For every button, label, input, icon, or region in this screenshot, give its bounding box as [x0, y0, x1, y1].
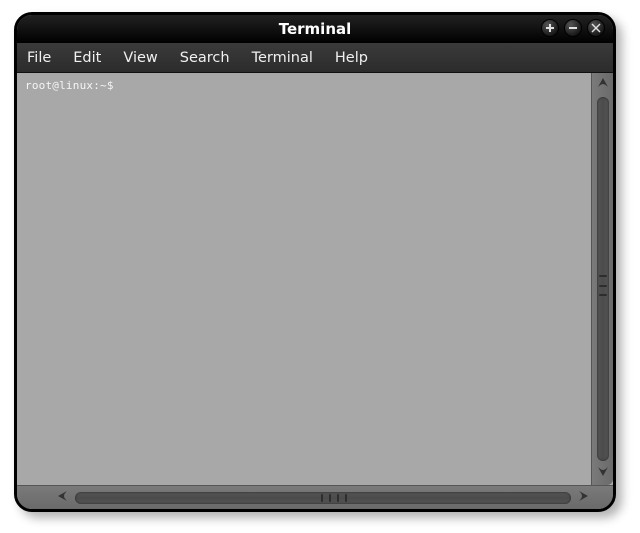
minimize-button[interactable] [564, 19, 582, 37]
shell-prompt: root@linux:~$ [25, 79, 114, 92]
menu-view[interactable]: View [123, 50, 157, 66]
menu-edit[interactable]: Edit [73, 50, 101, 66]
menu-help[interactable]: Help [335, 50, 368, 66]
window-title: Terminal [279, 20, 352, 38]
vertical-scroll-track[interactable] [597, 97, 609, 461]
window-controls [541, 19, 605, 37]
scroll-down-arrow-icon[interactable] [596, 465, 610, 481]
close-icon [591, 23, 601, 33]
scroll-left-arrow-icon[interactable] [57, 489, 69, 507]
terminal-window: Terminal File Edit View Search Terminal … [14, 12, 616, 512]
menubar: File Edit View Search Terminal Help [17, 43, 613, 73]
vertical-scroll-thumb[interactable] [599, 272, 607, 300]
horizontal-scroll-track[interactable] [75, 492, 571, 504]
content-area: root@linux:~$ [17, 73, 613, 485]
horizontal-scroll-thumb[interactable] [318, 494, 350, 502]
menu-search[interactable]: Search [180, 50, 230, 66]
horizontal-scrollbar[interactable] [17, 485, 613, 509]
menu-file[interactable]: File [27, 50, 51, 66]
scroll-up-arrow-icon[interactable] [596, 77, 610, 93]
add-button[interactable] [541, 19, 559, 37]
plus-icon [545, 23, 555, 33]
vertical-scrollbar[interactable] [591, 73, 613, 485]
scroll-right-arrow-icon[interactable] [577, 489, 589, 507]
close-button[interactable] [587, 19, 605, 37]
titlebar: Terminal [17, 15, 613, 43]
terminal-body[interactable]: root@linux:~$ [17, 73, 591, 485]
menu-terminal[interactable]: Terminal [252, 50, 313, 66]
minus-icon [568, 23, 578, 33]
